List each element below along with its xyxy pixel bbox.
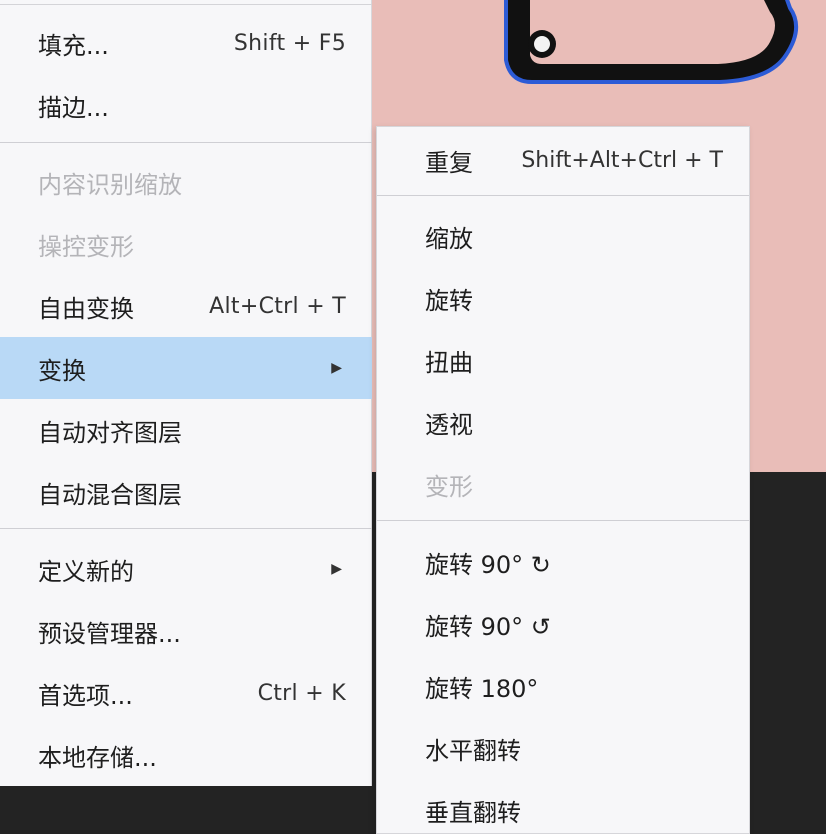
menu-item-label: 自动对齐图层 — [38, 418, 182, 447]
edit-menu: 填充... Shift + F5 描边... 内容识别缩放 操控变形 自由变换 … — [0, 0, 372, 786]
menu-item-auto-blend-layers[interactable]: 自动混合图层 — [0, 461, 372, 523]
menu-item-label: 缩放 — [425, 224, 473, 253]
menu-item-label: 变换 — [38, 356, 86, 385]
menu-item-fill[interactable]: 填充... Shift + F5 — [0, 12, 372, 74]
menu-item-label: 本地存储... — [38, 743, 157, 772]
menu-item-label: 描边... — [38, 93, 109, 122]
menu-item-label: 垂直翻转 — [425, 798, 521, 827]
menu-item-preferences[interactable]: 首选项... Ctrl + K — [0, 662, 372, 724]
submenu-item-perspective[interactable]: 透视 — [377, 391, 749, 453]
submenu-item-warp: 变形 — [377, 453, 749, 515]
submenu-item-rotate-90-cw[interactable]: 旋转 90° ↻ — [377, 531, 749, 593]
menu-item-label: 自由变换 — [38, 294, 134, 323]
menu-item-label: 水平翻转 — [425, 736, 521, 765]
menu-item-content-aware-scale: 内容识别缩放 — [0, 151, 372, 213]
menu-item-label: 操控变形 — [38, 232, 134, 261]
workspace-background — [0, 786, 380, 834]
menu-item-label: 旋转 180° — [425, 674, 539, 703]
menu-item-label: 内容识别缩放 — [38, 170, 182, 199]
menu-divider — [0, 4, 372, 5]
menu-separator — [0, 142, 372, 143]
menu-item-label: 旋转 — [425, 286, 473, 315]
menu-item-shortcut: Ctrl + K — [257, 680, 346, 706]
submenu-item-rotate-180[interactable]: 旋转 180° — [377, 655, 749, 717]
menu-separator — [377, 520, 749, 521]
submenu-item-flip-vertical[interactable]: 垂直翻转 — [377, 779, 749, 834]
submenu-arrow-icon: ▶ — [331, 360, 342, 376]
submenu-item-rotate[interactable]: 旋转 — [377, 267, 749, 329]
menu-item-stroke[interactable]: 描边... — [0, 74, 372, 136]
menu-item-free-transform[interactable]: 自由变换 Alt+Ctrl + T — [0, 275, 372, 337]
menu-item-label: 预设管理器... — [38, 619, 181, 648]
menu-item-label: 变形 — [425, 472, 473, 501]
menu-item-transform[interactable]: 变换 ▶ — [0, 337, 372, 399]
menu-item-label: 首选项... — [38, 681, 133, 710]
submenu-item-skew[interactable]: 扭曲 — [377, 329, 749, 391]
menu-item-label: 自动混合图层 — [38, 480, 182, 509]
menu-item-shortcut: Shift + F5 — [233, 30, 346, 56]
menu-item-shortcut: Alt+Ctrl + T — [209, 293, 346, 319]
menu-item-shortcut: Shift+Alt+Ctrl + T — [521, 147, 723, 173]
menu-item-label: 旋转 90° ↻ — [425, 550, 551, 579]
menu-item-label: 透视 — [425, 410, 473, 439]
menu-item-auto-align-layers[interactable]: 自动对齐图层 — [0, 399, 372, 461]
submenu-arrow-icon: ▶ — [331, 561, 342, 577]
menu-item-preset-manager[interactable]: 预设管理器... — [0, 600, 372, 662]
transform-submenu: 重复 Shift+Alt+Ctrl + T 缩放 旋转 扭曲 透视 变形 旋转 … — [376, 126, 750, 834]
menu-item-define-new[interactable]: 定义新的 ▶ — [0, 538, 372, 600]
menu-item-puppet-warp: 操控变形 — [0, 213, 372, 275]
submenu-item-again[interactable]: 重复 Shift+Alt+Ctrl + T — [377, 129, 749, 191]
menu-item-label: 扭曲 — [425, 348, 473, 377]
submenu-item-rotate-90-ccw[interactable]: 旋转 90° ↺ — [377, 593, 749, 655]
submenu-item-flip-horizontal[interactable]: 水平翻转 — [377, 717, 749, 779]
menu-item-label: 填充... — [38, 31, 109, 60]
canvas-artwork — [504, 0, 798, 84]
menu-separator — [0, 528, 372, 529]
menu-item-local-storage[interactable]: 本地存储... — [0, 724, 372, 786]
menu-item-label: 旋转 90° ↺ — [425, 612, 551, 641]
menu-item-label: 重复 — [425, 148, 473, 177]
submenu-item-scale[interactable]: 缩放 — [377, 205, 749, 267]
menu-separator — [377, 195, 749, 196]
menu-item-label: 定义新的 — [38, 557, 134, 586]
